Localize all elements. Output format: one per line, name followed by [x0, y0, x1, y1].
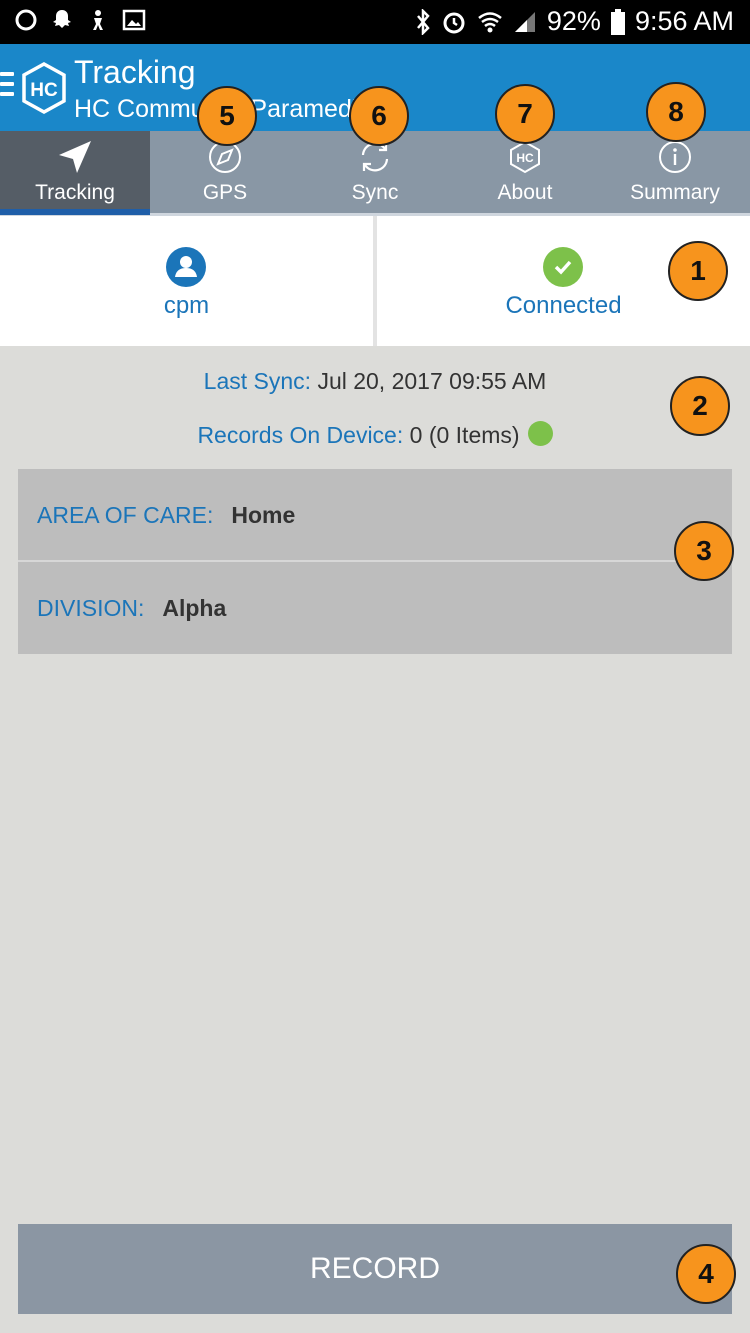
tab-label: About — [497, 181, 553, 204]
shield-text: HC — [516, 151, 534, 165]
records-value: 0 (0 Items) — [409, 422, 520, 448]
tab-tracking[interactable]: Tracking — [0, 131, 150, 215]
battery-percent: 92% — [546, 6, 601, 36]
callout-7: 7 — [495, 84, 555, 144]
status-dot-icon — [527, 421, 553, 446]
callout-2: 2 — [670, 376, 730, 436]
last-sync-line: Last Sync: Jul 20, 2017 09:55 AM — [0, 368, 750, 395]
tracking-fields: AREA OF CARE: Home DIVISION: Alpha — [18, 469, 732, 654]
signal-icon — [514, 11, 535, 32]
tab-label: GPS — [202, 181, 248, 204]
battery-icon — [610, 8, 625, 35]
wifi-icon — [478, 11, 502, 32]
navigation-arrow-icon — [59, 141, 91, 173]
card-divider — [373, 216, 377, 346]
person-notification-icon — [93, 10, 103, 30]
ghost-notification-icon — [53, 10, 71, 28]
logo-text: HC — [30, 80, 58, 101]
page-title: Tracking — [74, 54, 196, 90]
last-sync-label: Last Sync: — [203, 368, 312, 394]
notification-icons — [14, 8, 146, 32]
active-tab-indicator — [0, 209, 150, 215]
hc-logo-icon: HC — [22, 62, 66, 114]
last-sync-value: Jul 20, 2017 09:55 AM — [317, 368, 547, 394]
records-line: Records On Device: 0 (0 Items) — [0, 421, 750, 449]
division-label: DIVISION: — [37, 594, 145, 621]
tab-label: Sync — [351, 181, 399, 204]
area-of-care-label: AREA OF CARE: — [37, 501, 214, 528]
check-circle-icon — [543, 247, 583, 287]
circle-notification-icon — [15, 9, 37, 31]
callout-5: 5 — [197, 86, 257, 146]
records-label: Records On Device: — [197, 422, 404, 448]
callout-3: 3 — [674, 521, 734, 581]
bluetooth-icon — [416, 8, 430, 35]
tab-label: Tracking — [35, 181, 115, 204]
user-icon — [166, 247, 206, 287]
division-value: Alpha — [162, 594, 227, 621]
record-button[interactable]: RECORD — [18, 1224, 732, 1314]
callout-4: 4 — [676, 1244, 736, 1304]
division-row[interactable]: DIVISION: Alpha — [18, 562, 732, 654]
status-bar: 92% 9:56 AM — [0, 0, 750, 44]
hc-shield-icon: HC — [510, 140, 540, 174]
system-indicators: 92% 9:56 AM — [415, 6, 734, 37]
area-of-care-value: Home — [231, 501, 296, 528]
callout-6: 6 — [349, 86, 409, 146]
callout-8: 8 — [646, 82, 706, 142]
tab-label: Summary — [630, 181, 720, 204]
alarm-icon — [443, 12, 465, 33]
tab-summary[interactable]: Summary — [600, 131, 750, 215]
callout-1: 1 — [668, 241, 728, 301]
user-name: cpm — [163, 292, 210, 319]
info-icon — [659, 141, 691, 173]
clock: 9:56 AM — [634, 6, 734, 36]
area-of-care-row[interactable]: AREA OF CARE: Home — [18, 469, 732, 561]
menu-icon[interactable] — [0, 72, 14, 100]
image-notification-icon — [122, 9, 146, 31]
